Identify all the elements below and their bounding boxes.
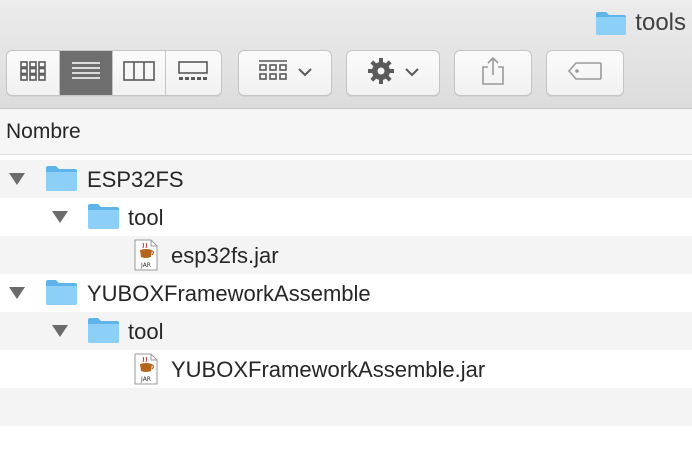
item-name: tool: [128, 319, 164, 344]
jar-file-icon: JAR: [134, 353, 158, 390]
disclosure-triangle-icon[interactable]: [51, 324, 69, 343]
list-icon: [71, 60, 101, 87]
folder-icon: [87, 202, 120, 235]
list-item[interactable]: tool: [0, 312, 692, 350]
folder-icon: [45, 164, 78, 197]
disclosure-triangle-icon[interactable]: [8, 172, 26, 191]
finder-window: tools Nombre ESP32FS tool JAR esp32fs.ja…: [0, 0, 692, 460]
folder-icon: [595, 10, 627, 36]
list-item[interactable]: YUBOXFrameworkAssemble: [0, 274, 692, 312]
jar-file-icon: JAR: [134, 239, 158, 276]
chevron-down-icon: [298, 64, 312, 82]
svg-text:JAR: JAR: [140, 376, 151, 383]
share-icon: [480, 56, 506, 91]
gear-icon: [367, 57, 395, 90]
folder-icon: [45, 278, 78, 311]
arrange-button[interactable]: [238, 50, 332, 96]
gallery-view-button[interactable]: [166, 51, 219, 95]
share-button[interactable]: [454, 50, 532, 96]
list-item[interactable]: JAR esp32fs.jar: [0, 236, 692, 274]
list-item[interactable]: tool: [0, 198, 692, 236]
item-name: YUBOXFrameworkAssemble.jar: [171, 357, 486, 382]
item-name: ESP32FS: [87, 167, 184, 192]
list-view-button[interactable]: [60, 51, 113, 95]
window-title: tools: [635, 9, 686, 36]
action-button[interactable]: [346, 50, 440, 96]
window-title-area: tools: [595, 8, 686, 38]
gallery-icon: [177, 60, 209, 87]
view-mode-control: [6, 50, 222, 96]
tag-button[interactable]: [546, 50, 624, 96]
columns-icon: [123, 60, 155, 87]
column-header-label: Nombre: [6, 119, 81, 143]
list-item[interactable]: JAR YUBOXFrameworkAssemble.jar: [0, 350, 692, 388]
disclosure-triangle-icon[interactable]: [51, 210, 69, 229]
svg-text:JAR: JAR: [140, 262, 151, 269]
column-view-button[interactable]: [113, 51, 166, 95]
list-item[interactable]: ESP32FS: [0, 160, 692, 198]
arrange-grid-icon: [258, 59, 288, 88]
icon-view-button[interactable]: [7, 51, 60, 95]
item-name: esp32fs.jar: [171, 243, 279, 268]
disclosure-triangle-icon[interactable]: [8, 286, 26, 305]
grid-icon: [19, 60, 47, 87]
toolbar: tools: [0, 0, 692, 109]
chevron-down-icon: [405, 64, 419, 82]
empty-row: [0, 388, 692, 426]
file-list: ESP32FS tool JAR esp32fs.jar YUBOXFramew…: [0, 160, 692, 426]
tag-icon: [567, 61, 603, 86]
item-name: tool: [128, 205, 164, 230]
folder-icon: [87, 316, 120, 349]
item-name: YUBOXFrameworkAssemble: [87, 281, 371, 306]
column-header-name[interactable]: Nombre: [0, 109, 692, 155]
